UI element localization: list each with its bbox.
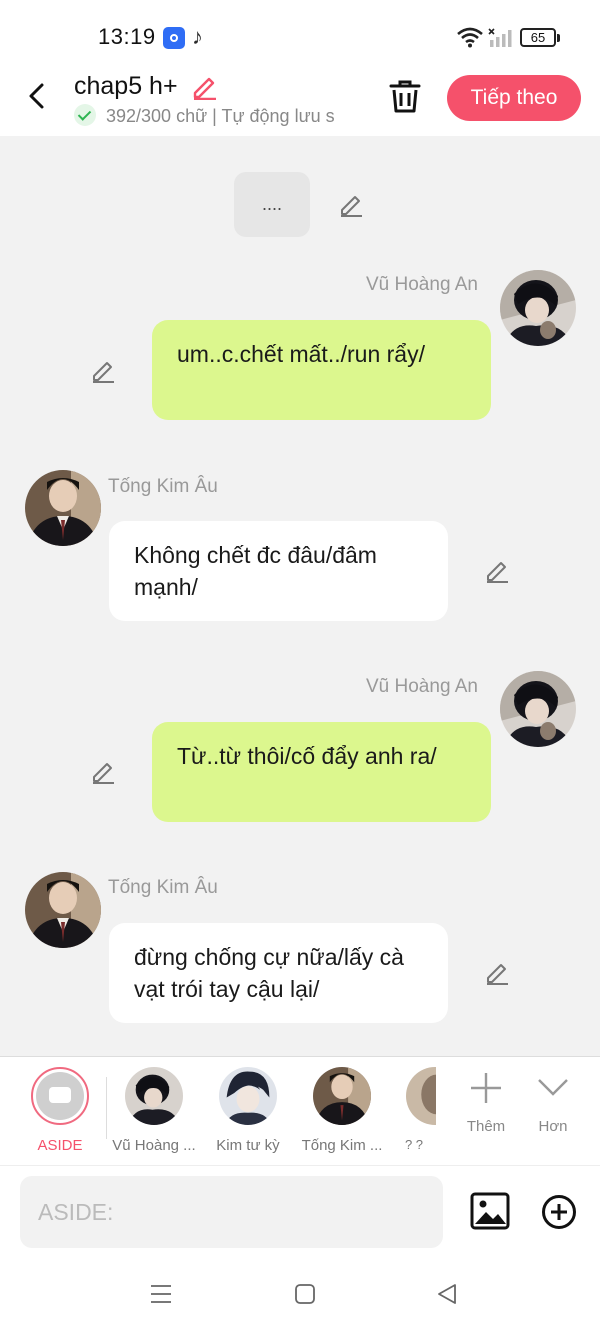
chat-area[interactable]: .... Vũ Hoàng An um..c.chết mất../run rẩ…	[0, 136, 600, 1056]
battery-indicator: 65	[520, 28, 560, 47]
status-bar: 13:19 ♪ 65	[0, 0, 600, 68]
speaker-name: Tống Kim Âu	[108, 877, 218, 898]
avatar-vu-hoang-an[interactable]	[500, 270, 576, 346]
character-vu-hoang-an[interactable]: Vũ Hoàng ...	[110, 1067, 198, 1154]
message-bubble[interactable]: Không chết đc đâu/đâm mạnh/	[109, 521, 448, 621]
insert-image-button[interactable]	[470, 1192, 510, 1235]
edit-message-button[interactable]	[484, 960, 510, 991]
edit-message-button[interactable]	[484, 558, 510, 589]
character-selector: ASIDE Vũ Hoàng ... Kim tư kỳ Tống Kim ..…	[0, 1056, 600, 1165]
system-nav-bar	[0, 1253, 600, 1333]
collapse-label: Hơn	[538, 1118, 568, 1135]
triangle-back-icon	[438, 1284, 456, 1304]
pencil-icon	[93, 362, 114, 383]
check-icon	[74, 104, 96, 126]
pencil-icon	[93, 763, 114, 784]
tiktok-icon: ♪	[192, 24, 203, 49]
wifi-icon	[457, 27, 483, 48]
character-label: Tống Kim ...	[301, 1137, 383, 1154]
menu-icon	[151, 1285, 171, 1303]
message-bubble[interactable]: Từ..từ thôi/cố đẩy anh ra/	[152, 722, 491, 822]
chevron-down-icon	[538, 1079, 568, 1096]
signal-icon	[488, 28, 512, 47]
character-kim-tu-ky[interactable]: Kim tư kỳ	[204, 1067, 292, 1154]
edit-message-button[interactable]	[90, 759, 116, 790]
square-icon	[295, 1284, 315, 1304]
add-content-button[interactable]	[541, 1194, 577, 1235]
avatar	[406, 1067, 436, 1125]
character-label: Vũ Hoàng ...	[112, 1137, 196, 1154]
message-input[interactable]	[20, 1176, 443, 1248]
narration-bubble[interactable]: ....	[234, 172, 310, 237]
save-status: 392/300 chữ | Tự động lưu s	[74, 104, 360, 127]
character-tong-kim-au[interactable]: Tống Kim ...	[298, 1067, 386, 1154]
status-time: 13:19	[98, 24, 156, 49]
home-button[interactable]	[294, 1283, 316, 1310]
menu-button[interactable]	[150, 1283, 172, 1310]
character-aside[interactable]: ASIDE	[16, 1067, 104, 1154]
add-character-button[interactable]: Thêm	[460, 1067, 512, 1135]
avatar	[219, 1067, 277, 1125]
speaker-name: Vũ Hoàng An	[366, 274, 478, 295]
character-label: Kim tư kỳ	[216, 1137, 280, 1154]
aside-icon	[31, 1067, 89, 1125]
editor-header: chap5 h+ 392/300 chữ | Tự động lưu s Tiế…	[0, 68, 600, 136]
character-label: ? ?	[404, 1137, 424, 1152]
speaker-name: Vũ Hoàng An	[366, 676, 478, 697]
pencil-icon	[193, 77, 216, 101]
plus-circle-icon	[542, 1195, 576, 1229]
avatar	[125, 1067, 183, 1125]
edit-title-button[interactable]	[190, 72, 218, 105]
more-label: Thêm	[466, 1118, 506, 1135]
character-unknown[interactable]: ? ?	[392, 1067, 436, 1152]
trash-icon	[389, 80, 421, 113]
avatar	[313, 1067, 371, 1125]
back-button[interactable]	[20, 76, 56, 116]
speaker-name: Tống Kim Âu	[108, 476, 218, 497]
delete-button[interactable]	[388, 78, 422, 119]
edit-narration-button[interactable]	[338, 192, 364, 223]
back-nav-button[interactable]	[436, 1283, 458, 1310]
avatar-image	[25, 470, 101, 546]
pencil-icon	[487, 964, 508, 985]
avatar-image	[500, 270, 576, 346]
image-icon	[470, 1192, 510, 1230]
input-bar	[0, 1165, 600, 1253]
message-bubble[interactable]: um..c.chết mất../run rẩy/	[152, 320, 491, 420]
avatar-tong-kim-au[interactable]	[25, 470, 101, 546]
next-button[interactable]: Tiếp theo	[447, 75, 581, 121]
divider	[106, 1077, 107, 1139]
plus-icon	[471, 1073, 501, 1103]
pencil-icon	[341, 196, 362, 217]
avatar-tong-kim-au[interactable]	[25, 872, 101, 948]
chevron-left-icon	[29, 83, 44, 109]
expand-characters-button[interactable]: Hơn	[528, 1067, 578, 1135]
edit-message-button[interactable]	[90, 358, 116, 389]
message-bubble[interactable]: đừng chống cự nữa/lấy cà vạt trói tay cậ…	[109, 923, 448, 1023]
avatar-image	[25, 872, 101, 948]
hotspot-app-icon	[163, 27, 185, 49]
word-count-status: 392/300 chữ | Tự động lưu s	[106, 106, 335, 126]
avatar-image	[500, 671, 576, 747]
chapter-title: chap5 h+	[74, 72, 178, 100]
pencil-icon	[487, 562, 508, 583]
avatar-vu-hoang-an[interactable]	[500, 671, 576, 747]
character-label: ASIDE	[37, 1137, 83, 1154]
